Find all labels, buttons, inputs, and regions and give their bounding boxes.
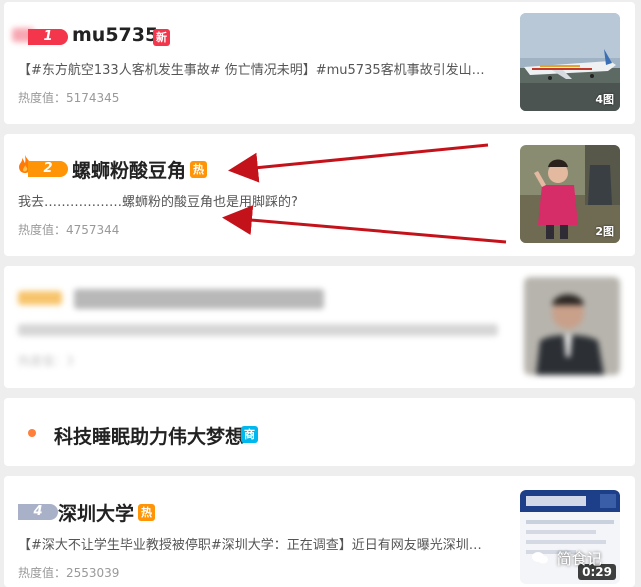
arrow-to-summary xyxy=(222,205,507,244)
annotation-arrows xyxy=(222,143,507,244)
arrow-to-title xyxy=(228,143,489,183)
